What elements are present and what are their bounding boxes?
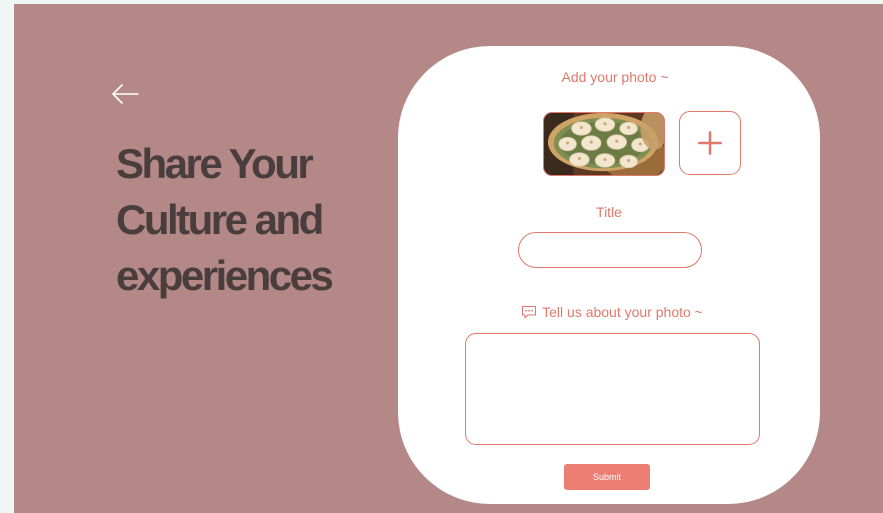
about-label: Tell us about your photo ~	[542, 304, 703, 320]
title-label: Title	[596, 204, 622, 220]
add-photo-button[interactable]	[679, 111, 741, 175]
plus-icon	[698, 131, 722, 155]
about-textarea[interactable]	[465, 333, 760, 445]
about-label-row: Tell us about your photo ~	[398, 304, 820, 320]
photo-label: Add your photo ~	[561, 69, 669, 85]
chat-bubble-icon	[522, 305, 537, 319]
photo-thumbnail[interactable]	[543, 112, 665, 176]
arrow-left-icon[interactable]	[110, 82, 140, 106]
submit-button[interactable]: Submit	[564, 464, 650, 490]
upload-card: Add your photo ~ Title Tell us about you…	[398, 46, 820, 504]
title-input[interactable]	[518, 232, 702, 268]
dumplings-photo	[544, 113, 664, 175]
page-title: Share Your Culture and experiences	[116, 140, 334, 299]
page-panel: Share Your Culture and experiences Add y…	[14, 4, 883, 513]
